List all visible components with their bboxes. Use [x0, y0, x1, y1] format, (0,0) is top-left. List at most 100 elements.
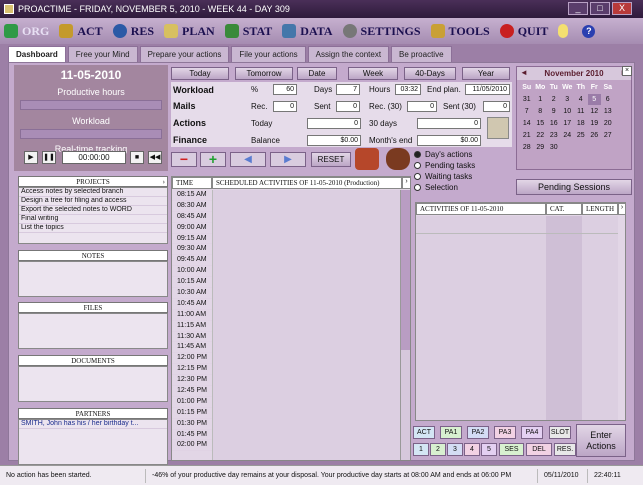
chevron-right-icon[interactable]: › [618, 203, 626, 215]
palette-2[interactable]: 2 [430, 443, 446, 456]
calendar-day[interactable]: 26 [588, 130, 602, 141]
next-arrow-icon[interactable]: ▶ [270, 152, 306, 167]
list-item[interactable]: Access notes by selected branch [19, 188, 167, 197]
stop-button[interactable]: ■ [130, 151, 144, 164]
brush-icon[interactable] [355, 148, 379, 170]
calendar-day[interactable]: 29 [534, 142, 548, 153]
menu-quit[interactable]: QUIT [499, 24, 548, 39]
activities-list[interactable] [416, 216, 546, 420]
lightbulb-icon[interactable] [558, 24, 569, 38]
tab-prepare-actions[interactable]: Prepare your actions [139, 46, 230, 62]
tab-dashboard[interactable]: Dashboard [8, 46, 66, 62]
palette-act[interactable]: ACT [413, 426, 435, 439]
chevron-right-icon[interactable]: › [402, 177, 411, 189]
palette-3[interactable]: 3 [447, 443, 463, 456]
palette-ses[interactable]: SES [499, 443, 524, 456]
forty-days-button[interactable]: 40-Days [404, 67, 456, 80]
calendar-day[interactable]: 23 [547, 130, 561, 141]
week-button[interactable]: Week [348, 67, 398, 80]
calendar-day[interactable]: 12 [588, 106, 602, 117]
files-list[interactable] [18, 313, 168, 349]
radio-selection[interactable]: Selection [414, 183, 512, 194]
palette-pa3[interactable]: PA3 [494, 426, 516, 439]
calendar-day[interactable]: 28 [520, 142, 534, 153]
menu-data[interactable]: DATA [282, 24, 333, 39]
tomorrow-button[interactable]: Tomorrow [235, 67, 293, 80]
close-button[interactable]: X [612, 2, 632, 15]
radio-days-actions[interactable]: Day's actions [414, 150, 512, 161]
minimize-button[interactable]: _ [568, 2, 588, 15]
help-icon[interactable]: ? [582, 24, 596, 38]
palette-pa4[interactable]: PA4 [521, 426, 543, 439]
date-button[interactable]: Date [297, 67, 337, 80]
tab-assign-context[interactable]: Assign the context [307, 46, 390, 62]
menu-org[interactable]: ORG [4, 24, 49, 39]
palette-slot[interactable]: SLOT [549, 426, 571, 439]
enter-actions-button[interactable]: Enter Actions [576, 424, 626, 457]
calendar-day[interactable]: 15 [534, 118, 548, 129]
play-button[interactable]: ▶ [24, 151, 38, 164]
bucket-icon[interactable] [386, 148, 410, 170]
list-item[interactable]: Final writing [19, 215, 167, 224]
palette-5[interactable]: 5 [481, 443, 497, 456]
calendar-day[interactable]: 20 [601, 118, 615, 129]
menu-plan[interactable]: PLAN [164, 24, 215, 39]
menu-tools[interactable]: TOOLS [430, 24, 490, 39]
list-item[interactable]: SMITH, John has his / her birthday t... [19, 420, 167, 429]
tab-file-actions[interactable]: File your actions [231, 46, 306, 62]
calendar-day[interactable]: 2 [547, 94, 561, 105]
prev-arrow-icon[interactable]: ◀ [230, 152, 266, 167]
notes-list[interactable] [18, 261, 168, 297]
calendar-day[interactable]: 19 [588, 118, 602, 129]
reset-button[interactable]: RESET [311, 152, 351, 167]
pending-sessions-button[interactable]: Pending Sessions [516, 179, 632, 195]
photo-icon[interactable] [487, 117, 509, 139]
calendar-day[interactable]: 30 [547, 142, 561, 153]
palette-res[interactable]: RES. [554, 443, 576, 456]
menu-res[interactable]: RES [112, 24, 154, 39]
calendar-day[interactable]: 22 [534, 130, 548, 141]
palette-del[interactable]: DEL [526, 443, 552, 456]
menu-stat[interactable]: STAT [224, 24, 272, 39]
calendar-day[interactable]: 21 [520, 130, 534, 141]
calendar-day[interactable]: 5 [587, 94, 601, 105]
calendar-day[interactable]: 10 [561, 106, 575, 117]
palette-1[interactable]: 1 [413, 443, 429, 456]
today-button[interactable]: Today [171, 67, 229, 80]
calendar-day[interactable]: 14 [520, 118, 534, 129]
calendar-day[interactable]: 4 [574, 94, 588, 105]
radio-waiting-tasks[interactable]: Waiting tasks [414, 172, 512, 183]
calendar-day[interactable]: 6 [601, 94, 615, 105]
remove-icon[interactable]: − [171, 152, 197, 167]
radio-pending-tasks[interactable]: Pending tasks [414, 161, 512, 172]
pause-button[interactable]: ❚❚ [42, 151, 56, 164]
close-icon[interactable]: × [622, 66, 632, 76]
menu-settings[interactable]: SETTINGS [342, 24, 421, 39]
calendar-day[interactable]: 24 [561, 130, 575, 141]
maximize-button[interactable]: □ [590, 2, 610, 15]
menu-act[interactable]: ACT [59, 24, 103, 39]
calendar-day[interactable]: 7 [520, 106, 534, 117]
list-item[interactable]: List the topics [19, 224, 167, 233]
calendar-day[interactable]: 11 [574, 106, 588, 117]
tab-free-your-mind[interactable]: Free your Mind [67, 46, 138, 62]
schedule-slots[interactable] [212, 190, 400, 460]
list-item[interactable]: Design a tree for filing and access [19, 197, 167, 206]
documents-list[interactable] [18, 366, 168, 402]
list-item[interactable]: Export the selected notes to WORD [19, 206, 167, 215]
calendar-day[interactable]: 18 [574, 118, 588, 129]
calendar-day[interactable]: 25 [574, 130, 588, 141]
calendar-day[interactable]: 27 [601, 130, 615, 141]
chevron-right-icon[interactable]: › [163, 177, 165, 187]
palette-4[interactable]: 4 [464, 443, 480, 456]
schedule-scrollbar[interactable] [400, 190, 410, 460]
rewind-button[interactable]: ◀◀ [148, 151, 162, 164]
calendar-day[interactable]: 17 [561, 118, 575, 129]
year-button[interactable]: Year [462, 67, 510, 80]
calendar-day[interactable]: 1 [534, 94, 548, 105]
calendar-day[interactable]: 13 [601, 106, 615, 117]
tab-be-proactive[interactable]: Be proactive [391, 46, 452, 62]
prev-month-button[interactable]: ◄ [520, 68, 528, 77]
calendar-day[interactable]: 9 [547, 106, 561, 117]
calendar-day[interactable]: 8 [534, 106, 548, 117]
